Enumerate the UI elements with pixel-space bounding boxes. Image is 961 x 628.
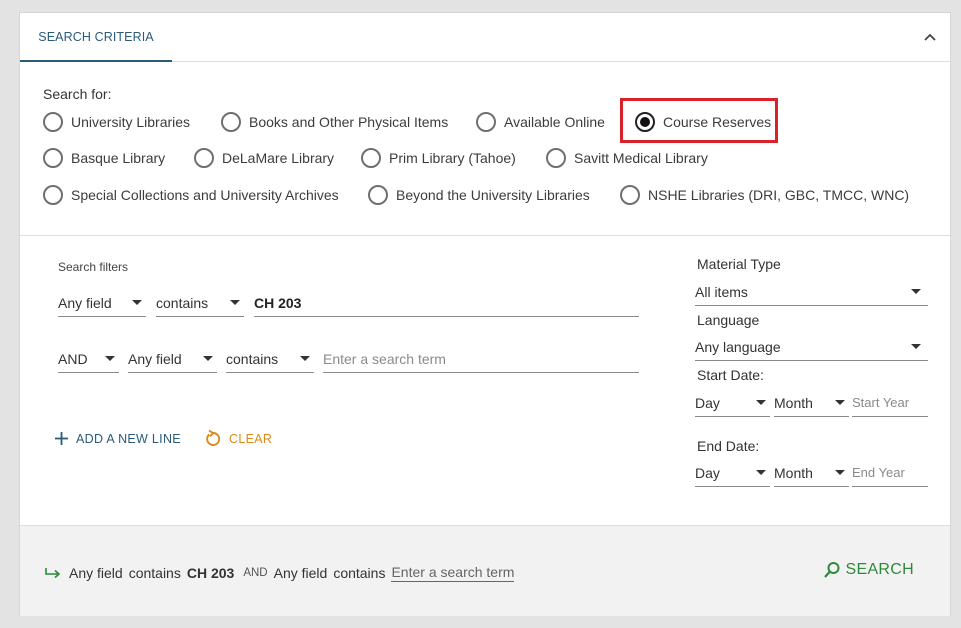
- search-summary-bar: Any field contains CH 203 AND Any field …: [20, 525, 950, 616]
- summary-field-1: Any field: [69, 565, 123, 581]
- search-filters-label: Search filters: [58, 260, 129, 274]
- search-icon: [823, 562, 840, 578]
- start-day-select[interactable]: Day: [695, 389, 770, 417]
- add-new-line-button[interactable]: ADD A NEW LINE: [54, 431, 181, 446]
- end-day-select[interactable]: Day: [695, 459, 770, 487]
- radio-beyond-university-libraries[interactable]: Beyond the University Libraries: [368, 185, 590, 205]
- radio-circle-icon: [368, 185, 388, 205]
- caret-down-icon: [911, 289, 921, 294]
- material-type-label: Material Type: [697, 256, 781, 272]
- radio-circle-icon: [546, 148, 566, 168]
- course-reserves-highlight-box: [620, 98, 778, 143]
- caret-down-icon: [756, 400, 766, 405]
- arrow-right-turn-icon: [45, 568, 61, 579]
- reset-icon: [206, 429, 221, 446]
- search-criteria-panel: SEARCH CRITERIA Search for: University L…: [19, 12, 951, 616]
- radio-circle-icon: [43, 148, 63, 168]
- clear-button[interactable]: CLEAR: [204, 429, 272, 448]
- end-year-input[interactable]: End Year: [852, 459, 928, 487]
- radio-special-collections[interactable]: Special Collections and University Archi…: [43, 185, 339, 205]
- radio-circle-icon: [620, 185, 640, 205]
- caret-down-icon: [756, 470, 766, 475]
- radio-circle-icon: [361, 148, 381, 168]
- radio-prim-library[interactable]: Prim Library (Tahoe): [361, 148, 516, 168]
- caret-down-icon: [835, 400, 845, 405]
- summary-value-1: CH 203: [186, 565, 235, 581]
- radio-circle-icon: [194, 148, 214, 168]
- plus-icon: [55, 432, 68, 445]
- caret-down-icon: [835, 470, 845, 475]
- language-label: Language: [697, 312, 760, 328]
- radio-basque-library[interactable]: Basque Library: [43, 148, 165, 168]
- row1-operator-select[interactable]: contains: [156, 289, 244, 317]
- row2-boolean-select[interactable]: AND: [58, 345, 119, 373]
- tab-search-criteria[interactable]: SEARCH CRITERIA: [20, 13, 172, 62]
- start-month-select[interactable]: Month: [774, 389, 849, 417]
- summary-term-2[interactable]: Enter a search term: [391, 564, 515, 582]
- search-for-label: Search for:: [43, 86, 112, 102]
- radio-nshe-libraries[interactable]: NSHE Libraries (DRI, GBC, TMCC, WNC): [620, 185, 909, 205]
- end-month-select[interactable]: Month: [774, 459, 849, 487]
- search-button[interactable]: SEARCH: [823, 561, 914, 579]
- caret-down-icon: [911, 344, 921, 349]
- start-date-label: Start Date:: [697, 367, 764, 383]
- tab-bar: SEARCH CRITERIA: [20, 13, 950, 62]
- language-select[interactable]: Any language: [695, 333, 928, 361]
- summary-field-2: Any field: [273, 565, 328, 581]
- row2-search-input[interactable]: Enter a search term: [323, 345, 639, 373]
- row2-operator-select[interactable]: contains: [226, 345, 314, 373]
- summary-operator-1: contains: [128, 565, 181, 581]
- row1-search-input[interactable]: CH 203: [254, 289, 639, 317]
- end-date-label: End Date:: [697, 438, 760, 454]
- start-year-input[interactable]: Start Year: [852, 389, 928, 417]
- radio-circle-icon: [43, 185, 63, 205]
- radio-university-libraries[interactable]: University Libraries: [43, 112, 190, 132]
- summary-boolean: AND: [243, 567, 268, 579]
- query-summary: Any field contains CH 203 AND Any field …: [44, 564, 520, 582]
- radio-books-physical-items[interactable]: Books and Other Physical Items: [221, 112, 448, 132]
- radio-circle-icon: [43, 112, 63, 132]
- radio-circle-icon: [476, 112, 496, 132]
- section-divider: [20, 235, 950, 236]
- radio-delamare-library[interactable]: DeLaMare Library: [194, 148, 334, 168]
- material-type-select[interactable]: All items: [695, 278, 928, 306]
- caret-down-icon: [105, 356, 115, 361]
- caret-down-icon: [203, 356, 213, 361]
- caret-down-icon: [132, 300, 142, 305]
- row1-field-select[interactable]: Any field: [58, 289, 146, 317]
- radio-circle-icon: [221, 112, 241, 132]
- radio-savitt-medical-library[interactable]: Savitt Medical Library: [546, 148, 708, 168]
- chevron-up-icon: [924, 33, 936, 41]
- caret-down-icon: [230, 300, 240, 305]
- radio-available-online[interactable]: Available Online: [476, 112, 605, 132]
- collapse-button[interactable]: [920, 27, 940, 47]
- caret-down-icon: [300, 356, 310, 361]
- summary-operator-2: contains: [333, 565, 386, 581]
- row2-field-select[interactable]: Any field: [128, 345, 217, 373]
